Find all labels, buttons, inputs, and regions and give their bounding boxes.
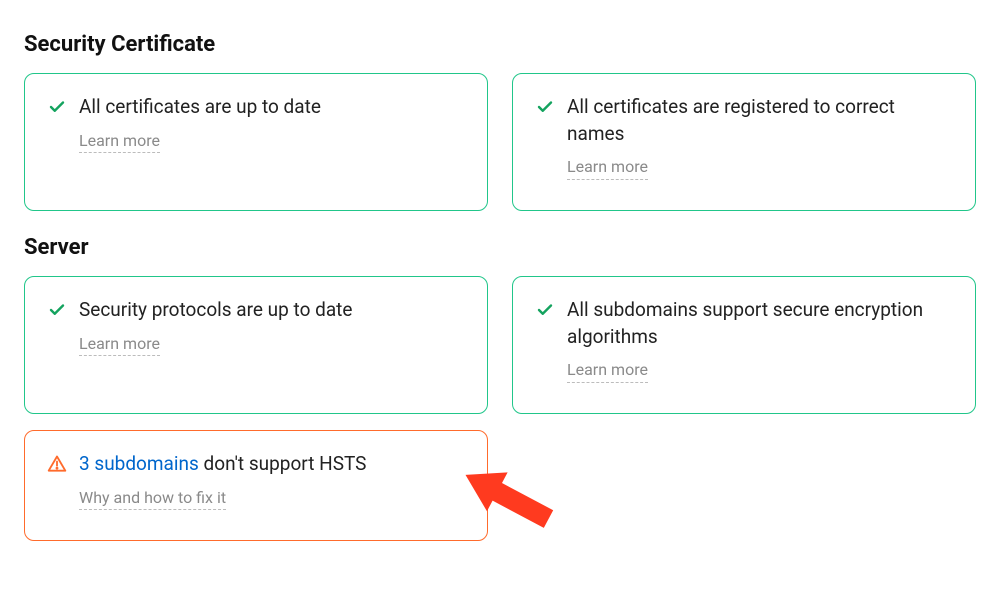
learn-more-link[interactable]: Learn more bbox=[79, 334, 160, 357]
card-subdomains-encryption: All subdomains support secure encryption… bbox=[512, 276, 976, 414]
check-icon bbox=[535, 95, 555, 119]
server-row-2: 3 subdomains don't support HSTS Why and … bbox=[24, 430, 976, 541]
subdomains-count-link[interactable]: 3 subdomains bbox=[79, 452, 199, 475]
page-root: Security Certificate All certificates ar… bbox=[24, 32, 976, 541]
card-cert-up-to-date: All certificates are up to date Learn mo… bbox=[24, 73, 488, 211]
card-text: All certificates are up to date bbox=[79, 94, 465, 121]
section-title-security-certificate: Security Certificate bbox=[24, 32, 976, 57]
card-text: All subdomains support secure encryption… bbox=[567, 297, 953, 350]
warning-icon bbox=[47, 452, 67, 476]
learn-more-link[interactable]: Learn more bbox=[567, 360, 648, 383]
learn-more-link[interactable]: Learn more bbox=[567, 157, 648, 180]
why-fix-link[interactable]: Why and how to fix it bbox=[79, 488, 226, 511]
card-cert-registered-names: All certificates are registered to corre… bbox=[512, 73, 976, 211]
server-row-1: Security protocols are up to date Learn … bbox=[24, 276, 976, 414]
security-certificate-row: All certificates are up to date Learn mo… bbox=[24, 73, 976, 211]
check-icon bbox=[535, 298, 555, 322]
card-text: All certificates are registered to corre… bbox=[567, 94, 953, 147]
card-text-rest: don't support HSTS bbox=[199, 452, 367, 475]
section-title-server: Server bbox=[24, 235, 976, 260]
check-icon bbox=[47, 298, 67, 322]
card-protocols-up-to-date: Security protocols are up to date Learn … bbox=[24, 276, 488, 414]
card-text: 3 subdomains don't support HSTS bbox=[79, 451, 465, 478]
card-text: Security protocols are up to date bbox=[79, 297, 465, 324]
learn-more-link[interactable]: Learn more bbox=[79, 131, 160, 154]
check-icon bbox=[47, 95, 67, 119]
card-hsts-warning: 3 subdomains don't support HSTS Why and … bbox=[24, 430, 488, 541]
